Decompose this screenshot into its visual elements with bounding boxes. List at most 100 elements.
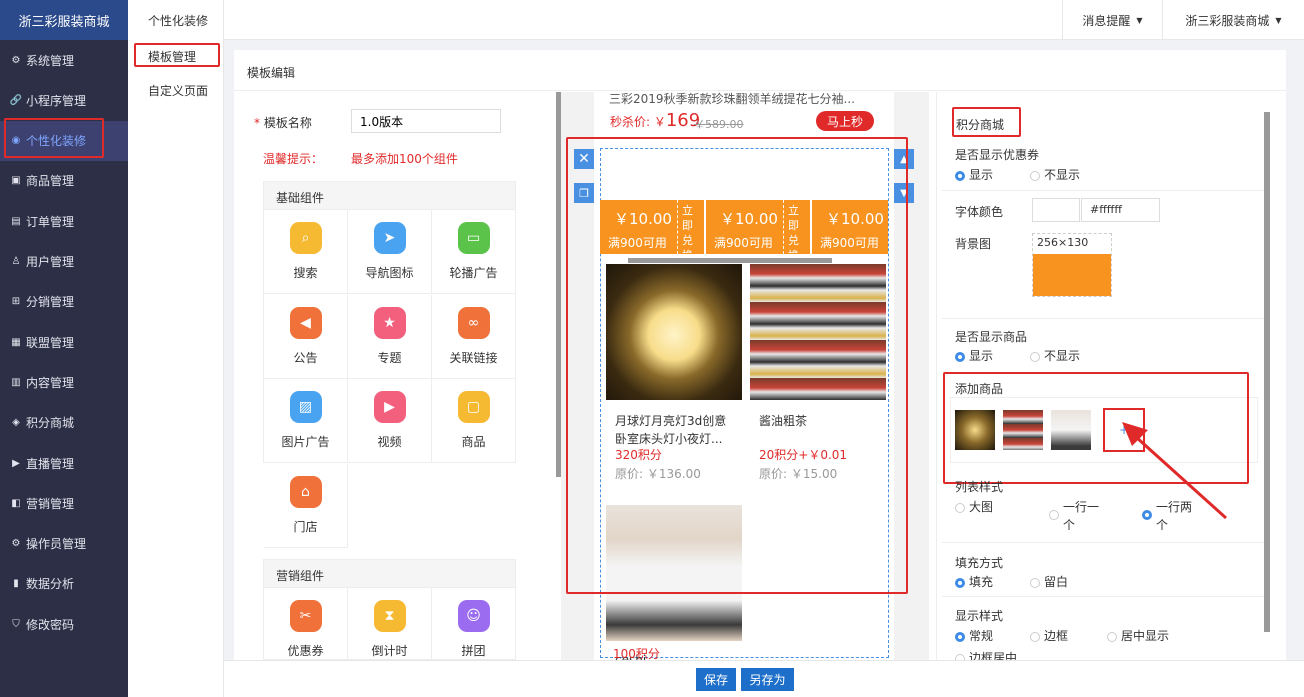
component-tile[interactable]: ★ 专题 — [348, 294, 432, 379]
component-tile[interactable]: ✂ 优惠券 — [264, 588, 348, 659]
sidebar-item[interactable]: ▶ 直播管理 — [0, 443, 128, 483]
component-tile[interactable]: ▶ 视频 — [348, 379, 432, 464]
sidebar-item-label: 联盟管理 — [26, 335, 75, 350]
radio-display-border[interactable]: 边框 — [1030, 627, 1068, 644]
display-style-label: 显示样式 — [955, 609, 1004, 623]
radio-display-normal[interactable]: 常规 — [955, 627, 993, 644]
radio-icon — [955, 577, 965, 588]
font-color-input[interactable]: #ffffff — [1081, 198, 1160, 222]
sidebar-item[interactable]: ⛉ 修改密码 — [0, 604, 128, 644]
template-name-label: * 模板名称 — [254, 116, 312, 130]
caret-down-icon: ▼ — [1275, 15, 1282, 25]
radio-hide-goods[interactable]: 不显示 — [1030, 347, 1080, 364]
bar-chart-icon: ▮ — [13, 578, 19, 590]
sub-sidebar: 个性化装修 模板管理 自定义页面 — [128, 0, 224, 697]
basic-components-panel: 基础组件 ⌕ 搜索 ➤ 导航图标 ▭ 轮播广告 ◀ 公告 ★ 专题 ∞ 关联链接 ▨ 图片广告 ▶ 视频 ▢ 商品… — [263, 181, 516, 548]
radio-display-center[interactable]: 居中显示 — [1107, 627, 1169, 644]
brand-logo[interactable]: 浙三彩服装商城 — [0, 0, 128, 40]
radio-list-big[interactable]: 大图 — [955, 498, 993, 515]
sidebar-item[interactable]: ▦ 联盟管理 — [0, 322, 128, 362]
radio-display-border-center[interactable]: 边框居中 — [955, 649, 1017, 660]
component-tile[interactable]: ▢ 商品 — [432, 379, 516, 464]
radio-icon — [1030, 351, 1040, 362]
component-tile[interactable]: ⌂ 门店 — [264, 463, 348, 548]
user-icon: ♙ — [11, 256, 21, 267]
sidebar-item[interactable]: 🔗 小程序管理 — [0, 80, 128, 120]
component-tile[interactable]: ⧗ 倒计时 — [348, 588, 432, 659]
hourglass-icon: ⧗ — [373, 600, 406, 632]
sidebar-item[interactable]: ⚙ 系统管理 — [0, 40, 128, 80]
sidebar-item[interactable]: ▤ 订单管理 — [0, 201, 128, 241]
component-tile[interactable]: ▨ 图片广告 — [264, 379, 348, 464]
link-icon: ∞ — [457, 306, 490, 339]
sidebar-item[interactable]: ♙ 用户管理 — [0, 242, 128, 282]
footer-bar: 保存 另存为 — [224, 660, 1304, 697]
save-button[interactable]: 保存 — [696, 668, 736, 691]
sidebar-item-label: 用户管理 — [26, 255, 75, 269]
radio-hide-coupon[interactable]: 不显示 — [1030, 166, 1080, 183]
carousel-icon: ▭ — [457, 222, 490, 254]
component-label: 导航图标 — [365, 266, 414, 280]
component-label: 轮播广告 — [449, 266, 498, 280]
seckill-original-price: ￥589.00 — [694, 118, 744, 131]
sidebar-item[interactable]: ▥ 内容管理 — [0, 362, 128, 402]
component-label: 优惠券 — [287, 644, 324, 658]
radio-list-one-per-row[interactable]: 一行一个 — [1049, 498, 1109, 534]
font-color-swatch[interactable] — [1032, 198, 1080, 222]
tip-label: 温馨提示： — [263, 152, 324, 166]
radio-fill[interactable]: 填充 — [955, 573, 993, 590]
radio-show-goods[interactable]: 显示 — [955, 347, 993, 364]
sidebar-item-label: 直播管理 — [26, 456, 75, 471]
fill-mode-label: 填充方式 — [955, 556, 1004, 570]
sidebar-item[interactable]: ◈ 积分商城 — [0, 403, 128, 443]
component-label: 拼团 — [461, 644, 486, 658]
sidebar-item-label: 内容管理 — [26, 375, 75, 390]
document-icon: ▥ — [11, 376, 21, 388]
template-name-input[interactable] — [351, 109, 501, 133]
seckill-button[interactable]: 马上秒 — [816, 111, 874, 131]
sidebar-item[interactable]: ▮ 数据分析 — [0, 564, 128, 604]
radio-list-two-per-row[interactable]: 一行两个 — [1142, 498, 1202, 534]
save-as-button[interactable]: 另存为 — [741, 668, 794, 691]
component-label: 图片广告 — [281, 435, 330, 450]
radio-icon — [1030, 577, 1040, 588]
sidebar-item[interactable]: ⚙ 操作员管理 — [0, 524, 128, 564]
clipboard-icon: ▤ — [11, 215, 21, 227]
main-sidebar: 浙三彩服装商城 ⚙ 系统管理 🔗 小程序管理 ◉ 个性化装修 ▣ 商品管理 ▤ 订单管理 ♙ 用户管理… — [0, 0, 128, 697]
subnav-item-custom-page[interactable]: 自定义页面 — [128, 78, 224, 102]
sidebar-item[interactable]: ▣ 商品管理 — [0, 161, 128, 201]
cube-icon: ◈ — [12, 417, 20, 429]
component-label: 公告 — [293, 350, 318, 365]
radio-blank[interactable]: 留白 — [1030, 573, 1068, 590]
basic-components-title: 基础组件 — [264, 182, 515, 210]
notify-dropdown[interactable]: 消息提醒 ▼ — [1062, 0, 1162, 40]
coupon-icon: ✂ — [289, 600, 322, 632]
shop-dropdown[interactable]: 浙三彩服装商城 ▼ — [1162, 0, 1304, 40]
bg-image-label: 背景图 — [955, 237, 992, 251]
image-icon: ▨ — [289, 391, 322, 424]
template-editor-card: 模板编辑 * 模板名称 温馨提示： 最多添加100个组件 基础组件 ⌕ 搜索 ➤ 导航… — [234, 50, 1286, 661]
video-icon: ▶ — [373, 391, 406, 424]
component-label: 商品 — [461, 435, 486, 450]
component-tile[interactable]: ∞ 关联链接 — [432, 294, 516, 379]
component-label: 倒计时 — [371, 644, 408, 658]
link-icon: 🔗 — [9, 94, 23, 106]
radio-icon — [1030, 170, 1040, 181]
store-icon: ⌂ — [289, 475, 322, 508]
bg-size-hint: 256×130 — [1037, 236, 1089, 249]
search-icon: ⌕ — [289, 222, 322, 254]
component-tile[interactable]: ◀ 公告 — [264, 294, 348, 379]
component-tile[interactable]: ▭ 轮播广告 — [432, 210, 516, 294]
sidebar-item-label: 商品管理 — [26, 174, 75, 189]
radio-show-coupon[interactable]: 显示 — [955, 166, 993, 183]
editor-heading: 模板编辑 — [247, 66, 296, 80]
component-tile[interactable]: ☺ 拼团 — [432, 588, 515, 659]
bg-image-uploader[interactable]: 256×130 — [1032, 233, 1112, 297]
sidebar-item-label: 系统管理 — [26, 53, 75, 68]
settings-scrollbar[interactable] — [1264, 112, 1270, 632]
shopping-bag-icon: ▢ — [457, 391, 490, 424]
sidebar-item[interactable]: ◧ 营销管理 — [0, 483, 128, 523]
component-tile[interactable]: ⌕ 搜索 — [264, 210, 348, 294]
sidebar-item[interactable]: ⊞ 分销管理 — [0, 282, 128, 322]
component-tile[interactable]: ➤ 导航图标 — [348, 210, 432, 294]
